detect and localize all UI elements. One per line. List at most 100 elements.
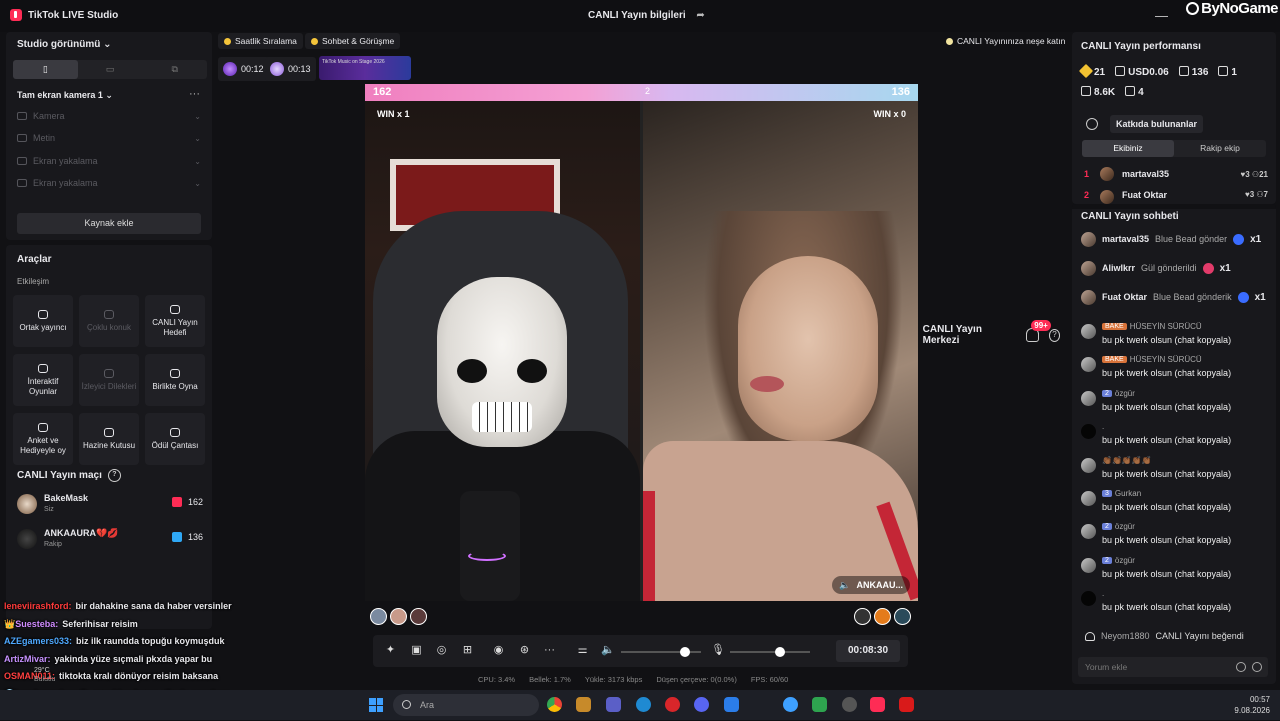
scene-dropdown[interactable]: Tam ekran kamera 1 ⌄ <box>17 90 113 101</box>
likes-stat: 8.6K <box>1081 86 1115 98</box>
avatar <box>1081 591 1096 607</box>
taskbar-search[interactable]: Ara <box>393 694 539 716</box>
add-source-button[interactable]: Kaynak ekle <box>17 213 201 234</box>
help-icon[interactable]: ? <box>107 469 121 482</box>
microphone-icon[interactable]: 🎙 <box>711 644 725 657</box>
gift-event[interactable]: Fuat Oktar Blue Bead gönderik x1 <box>1081 286 1271 308</box>
mic-slider[interactable] <box>730 647 810 657</box>
chat-message[interactable]: . bu pk twerk olsun (chat kopyala) <box>1081 589 1271 619</box>
tool-reward-bag[interactable]: Ödül Çantası <box>145 413 205 465</box>
contributors-button[interactable]: Katkıda bulunanlar <box>1110 115 1204 133</box>
source-item[interactable]: Ekran yakalama ⌄ <box>17 178 201 188</box>
tool-multi-guest[interactable]: Çoklu konuk <box>79 295 139 347</box>
minimize-button[interactable]: — <box>1155 8 1168 23</box>
level-badge: BAKE <box>1102 323 1127 330</box>
beauty-icon[interactable]: ▣ <box>410 644 423 657</box>
hint-banner[interactable]: CANLI Yayınınıza neşe katın <box>940 33 1071 49</box>
opponent-top-gifters[interactable] <box>854 608 911 625</box>
system-clock[interactable]: 00:57 9.08.2026 <box>1234 694 1270 716</box>
source-item[interactable]: Metin ⌄ <box>17 133 201 143</box>
send-icon[interactable] <box>1252 662 1262 672</box>
mic-knob[interactable] <box>774 647 785 657</box>
volume-knob[interactable] <box>680 647 690 657</box>
gift-event[interactable]: Aliwlkrr Gül gönderildi x1 <box>1081 257 1271 279</box>
tool-interactive-games[interactable]: İnteraktif Oyunlar <box>13 354 73 406</box>
weather-widget[interactable]: 29°C Bulutlu <box>34 666 55 684</box>
record-icon[interactable]: ◉ <box>492 644 505 657</box>
rank-row[interactable]: 1 martaval35 ♥3 ⚇21 <box>1084 165 1268 183</box>
chat-message[interactable]: 2 özgür bu pk twerk olsun (chat kopyala) <box>1081 389 1271 419</box>
source-item[interactable]: Ekran yakalama ⌄ <box>17 156 201 166</box>
tool-viewer-wishes[interactable]: İzleyici Dilekleri <box>79 354 139 406</box>
tool-poll[interactable]: Anket ve Hediyeyle oy <box>13 413 73 465</box>
more-icon[interactable]: ··· <box>543 644 556 657</box>
windows-start-icon[interactable] <box>369 698 383 712</box>
app-icon[interactable] <box>812 697 827 712</box>
rank-row[interactable]: 2 Fuat Oktar ♥3 ⚇7 <box>1084 190 1268 204</box>
tool-play-together[interactable]: Birlikte Oyna <box>145 354 205 406</box>
edge-icon[interactable] <box>636 697 651 712</box>
youtube-icon[interactable] <box>899 697 914 712</box>
tool-live-goal[interactable]: CANLI Yayın Hedefi <box>145 295 205 347</box>
tiktok-live-studio-icon[interactable] <box>870 697 885 712</box>
host-top-gifters[interactable] <box>370 608 427 625</box>
live-center-link[interactable]: CANLI Yayın Merkezi <box>923 324 1009 346</box>
add-user-icon[interactable] <box>1086 118 1098 130</box>
volume-slider[interactable] <box>621 647 701 657</box>
landscape-option[interactable]: ▭ <box>78 60 143 79</box>
chat-text: bu pk twerk olsun (chat kopyala) <box>1102 535 1232 546</box>
right-win-count: WIN x 0 <box>873 109 906 119</box>
volume-icon[interactable]: 🔈 <box>601 644 615 657</box>
tool-treasure-box[interactable]: Hazine Kutusu <box>79 413 139 465</box>
chat-message[interactable]: BAKE HÜSEYİN SÜRÜCÜ bu pk twerk olsun (cha… <box>1081 322 1271 352</box>
notification-badge: 99+ <box>1031 320 1051 331</box>
chat-user: HÜSEYİN SÜRÜCÜ <box>1129 322 1202 331</box>
live-info-button[interactable]: CANLI Yayın bilgileri ➦ <box>588 10 705 21</box>
more-options-icon[interactable]: ··· <box>189 88 200 100</box>
gift-count: x1 <box>1250 233 1262 245</box>
bell-icon[interactable]: 99+ <box>1026 320 1051 342</box>
chat-message[interactable]: 2 özgür bu pk twerk olsun (chat kopyala) <box>1081 522 1271 552</box>
gift-event[interactable]: martaval35 Blue Bead gönder x1 <box>1081 228 1271 250</box>
file-explorer-icon[interactable] <box>576 697 591 712</box>
effects-wand-icon[interactable]: ✦ <box>384 644 397 657</box>
comment-input[interactable]: Yorum ekle <box>1078 657 1268 677</box>
chat-message[interactable]: BAKE HÜSEYİN SÜRÜCÜ bu pk twerk olsun (cha… <box>1081 355 1271 385</box>
avatar <box>894 608 911 625</box>
tab-rival-team[interactable]: Rakip ekip <box>1174 140 1266 157</box>
gift-icon <box>1233 233 1245 245</box>
avatar <box>1081 457 1096 473</box>
help-icon[interactable]: ? <box>1048 328 1061 342</box>
dual-option[interactable]: ⧉ <box>142 60 207 79</box>
mail-icon[interactable] <box>724 697 739 712</box>
opponent-name-tag[interactable]: 🔈 ANKAAU... <box>832 576 910 594</box>
chat-message[interactable]: 3 Gurkan bu pk twerk olsun (chat kopyala) <box>1081 489 1271 519</box>
portrait-option[interactable]: ▯ <box>13 60 78 79</box>
chat-message[interactable]: . bu pk twerk olsun (chat kopyala) <box>1081 422 1271 452</box>
level-badge: 2 <box>1102 556 1112 564</box>
opera-icon[interactable] <box>665 697 680 712</box>
hourly-ranking-button[interactable]: Saatlik Sıralama <box>218 33 303 49</box>
mixer-icon[interactable]: ⚌ <box>576 644 589 657</box>
teams-icon[interactable] <box>606 697 621 712</box>
chat-meeting-button[interactable]: Sohbet & Görüşme <box>305 33 401 49</box>
sticker-icon[interactable]: ⊞ <box>461 644 474 657</box>
emoji-icon[interactable] <box>1236 662 1246 672</box>
promo-banner[interactable]: TikTok Music on Stage 2026 <box>319 56 411 80</box>
tool-cohost[interactable]: Ortak yayıncı <box>13 295 73 347</box>
chat-message[interactable]: 👏🏾👏🏾👏🏾👏🏾👏🏾 bu pk twerk olsun (chat kopyal… <box>1081 456 1271 486</box>
discord-icon[interactable] <box>694 697 709 712</box>
avatar-icon[interactable]: ◎ <box>435 644 448 657</box>
gift-timer[interactable]: 00:13 <box>265 57 316 81</box>
app-icon[interactable] <box>842 697 857 712</box>
chrome-icon[interactable] <box>547 697 562 712</box>
camera-switch-icon[interactable]: ⊛ <box>518 644 531 657</box>
tab-your-team[interactable]: Ekibiniz <box>1082 140 1174 157</box>
studio-view-dropdown[interactable]: Studio görünümü ⌄ <box>17 39 112 50</box>
round-count: 2 <box>645 86 651 96</box>
browser-icon[interactable] <box>783 697 798 712</box>
gift-timer[interactable]: 00:12 <box>218 57 269 81</box>
overlay-chat-text: tiktokta kralı dönüyor reisim baksana <box>59 671 219 681</box>
source-item[interactable]: Kamera ⌄ <box>17 111 201 121</box>
chat-message[interactable]: 2 özgür bu pk twerk olsun (chat kopyala) <box>1081 556 1271 586</box>
